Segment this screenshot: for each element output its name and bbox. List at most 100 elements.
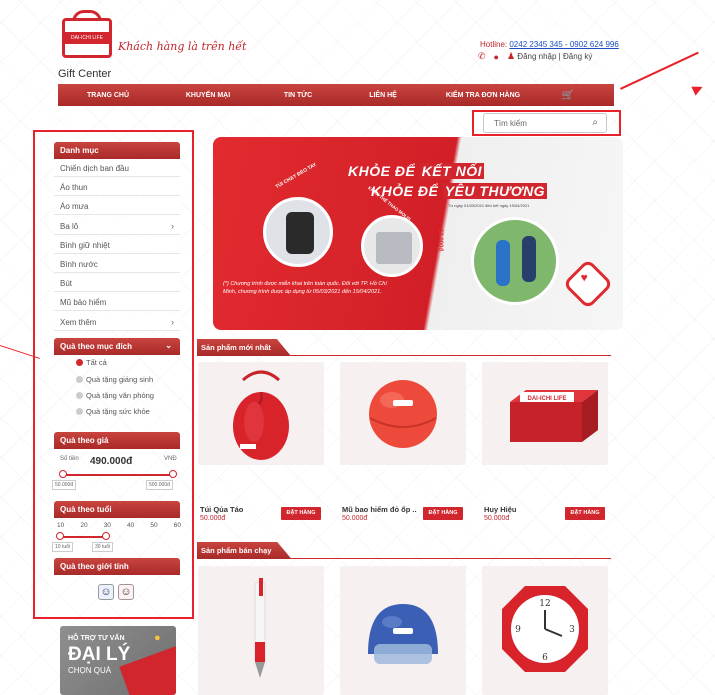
- age-tick: 10: [57, 522, 65, 529]
- age-slider-min-handle[interactable]: [56, 532, 64, 540]
- heart-logo-icon: ♥: [562, 258, 614, 310]
- blue-helmet-image: [368, 604, 438, 664]
- category-label: Áo thun: [60, 183, 88, 192]
- product-name[interactable]: Túi Qủa Táo: [200, 505, 275, 514]
- banner-headline-2: KHỎE ĐỂ YÊU THƯƠNG: [371, 183, 548, 199]
- product-name[interactable]: Mũ bao hiểm đỏ ốp ...: [342, 505, 417, 514]
- age-slider-max-handle[interactable]: [102, 532, 110, 540]
- product-card[interactable]: DAI-ICHI LIFE: [482, 362, 608, 465]
- support-line-3: CHỌN QUÀ: [68, 666, 112, 675]
- support-banner[interactable]: HỖ TRỢ TƯ VẤN ĐẠI LÝ CHỌN QUÀ ●: [60, 626, 176, 695]
- category-item[interactable]: Ba lô ›: [54, 218, 180, 235]
- nav-item-news[interactable]: TIN TỨC: [258, 92, 338, 99]
- order-button[interactable]: ĐẶT HÀNG: [423, 507, 463, 520]
- banner-ribbon-bag: TÚI CHẠY ĐEO TAY: [274, 161, 318, 191]
- support-line-1: HỖ TRỢ TƯ VẤN: [68, 635, 125, 642]
- gender-panel-title: Quà theo giới tính: [54, 558, 180, 575]
- purpose-label: Quà tặng văn phòng: [86, 391, 154, 400]
- order-button[interactable]: ĐẶT HÀNG: [281, 507, 321, 520]
- banner-line-1b: KẾT NỐI: [419, 163, 484, 179]
- price-min-tag: 50.000đ: [52, 480, 77, 490]
- radio-icon: [76, 376, 83, 383]
- purpose-option[interactable]: Quà tặng văn phòng: [76, 391, 154, 400]
- product-price: 50.000đ: [200, 515, 226, 522]
- category-label: Mũ bảo hiểm: [60, 298, 107, 307]
- section-header-new: Sản phẩm mới nhất: [197, 339, 611, 356]
- age-tick: 40: [127, 522, 135, 529]
- order-button[interactable]: ĐẶT HÀNG: [565, 507, 605, 520]
- account-bar: ✆ ● ♟ Đăng nhập | Đăng ký: [478, 51, 592, 62]
- age-tick: 30: [103, 522, 111, 529]
- product-card[interactable]: [198, 566, 324, 695]
- price-label: Số tiền: [60, 456, 79, 462]
- purpose-option[interactable]: Quà tặng sức khỏe: [76, 407, 150, 416]
- price-slider-min-handle[interactable]: [59, 470, 67, 478]
- hotline-label: Hotline:: [480, 40, 510, 49]
- location-icon[interactable]: ●: [494, 52, 499, 62]
- product-card[interactable]: [340, 566, 466, 695]
- female-avatar-icon[interactable]: ☺: [118, 584, 134, 600]
- svg-text:3: 3: [569, 625, 575, 635]
- chevron-down-icon[interactable]: ⌄: [165, 341, 172, 350]
- nav-item-home[interactable]: TRANG CHỦ: [58, 92, 158, 99]
- price-unit: VNĐ: [164, 456, 177, 462]
- lightbulb-icon: ●: [154, 632, 161, 644]
- category-item[interactable]: Áo mưa: [54, 198, 180, 215]
- slogan: Khách hàng là trên hết: [118, 40, 247, 53]
- svg-text:DAI-ICHI LIFE: DAI-ICHI LIFE: [528, 396, 567, 402]
- product-card[interactable]: 12 3 6 9: [482, 566, 608, 695]
- category-item[interactable]: Bình nước: [54, 256, 180, 273]
- purpose-label: Quà tặng sức khỏe: [86, 407, 150, 416]
- category-item[interactable]: Bút: [54, 275, 180, 292]
- runner-figure: [496, 240, 510, 286]
- badge-box-image: DAI-ICHI LIFE: [510, 390, 598, 442]
- logo-caption: Gift Center: [58, 68, 112, 80]
- promo-banner[interactable]: KHỎE ĐỂ KẾT NỐI KHỎE ĐỂ YÊU THƯƠNG Từ ng…: [213, 137, 623, 330]
- cart-icon[interactable]: 🛒: [538, 90, 598, 101]
- section-title-best: Sản phẩm bán chạy: [197, 542, 292, 559]
- chevron-right-icon: ›: [171, 317, 174, 327]
- pen-image: [254, 578, 266, 678]
- price-slider-track[interactable]: [63, 474, 173, 476]
- product-card[interactable]: [198, 362, 324, 465]
- category-item[interactable]: Xem thêm ›: [54, 314, 180, 331]
- product-card[interactable]: [340, 362, 466, 465]
- logo-badge: DAI-ICHI LIFE: [65, 32, 109, 44]
- banner-money: 12.000đ: [437, 228, 444, 252]
- logo[interactable]: DAI-ICHI LIFE: [58, 10, 118, 70]
- product-name[interactable]: Huy Hiệu: [484, 505, 559, 514]
- login-register-link[interactable]: Đăng nhập | Đăng ký: [517, 52, 592, 61]
- purpose-option[interactable]: Quà tặng giáng sinh: [76, 375, 153, 384]
- nav-item-order-check[interactable]: KIỂM TRA ĐƠN HÀNG: [428, 92, 538, 99]
- annotation-box-search: [472, 110, 621, 136]
- hotline: Hotline: 0242 2345 345 - 0902 624 996: [480, 40, 619, 49]
- category-item[interactable]: Bình giữ nhiệt: [54, 237, 180, 254]
- apple-bag-image: [233, 370, 289, 460]
- hotline-numbers[interactable]: 0242 2345 345 - 0902 624 996: [509, 40, 618, 49]
- age-tick: 20: [80, 522, 88, 529]
- purpose-option[interactable]: Tất cả: [76, 358, 107, 367]
- category-label: Ba lô: [60, 222, 79, 231]
- nav-item-promotions[interactable]: KHUYẾN MẠI: [158, 92, 258, 99]
- svg-text:6: 6: [542, 653, 548, 663]
- age-tick: 60: [173, 522, 181, 529]
- category-item[interactable]: Mũ bảo hiểm: [54, 294, 180, 311]
- age-min-tag: 10 tuổi: [52, 542, 74, 552]
- red-helmet-image: [369, 380, 437, 448]
- age-slider-track[interactable]: [60, 536, 105, 538]
- purpose-panel-title: Quà theo mục đích ⌄: [54, 338, 180, 355]
- banner-line-2b: YÊU THƯƠNG: [442, 183, 548, 199]
- nav-item-contact[interactable]: LIÊN HỆ: [338, 92, 428, 99]
- runner-figure: [522, 236, 536, 282]
- category-item[interactable]: Áo thun: [54, 179, 180, 196]
- towel-image: [361, 215, 423, 277]
- category-item[interactable]: Chiến dịch ban đầu: [54, 160, 180, 177]
- radio-selected-icon: [76, 359, 83, 366]
- product-price: 50.000đ: [342, 515, 368, 522]
- runners-image: [471, 217, 559, 305]
- price-slider-max-handle[interactable]: [169, 470, 177, 478]
- male-avatar-icon[interactable]: ☺: [98, 584, 114, 600]
- phone-icon[interactable]: ✆: [478, 51, 486, 62]
- product-price: 50.000đ: [484, 515, 510, 522]
- price-value: 490.000đ: [90, 456, 133, 467]
